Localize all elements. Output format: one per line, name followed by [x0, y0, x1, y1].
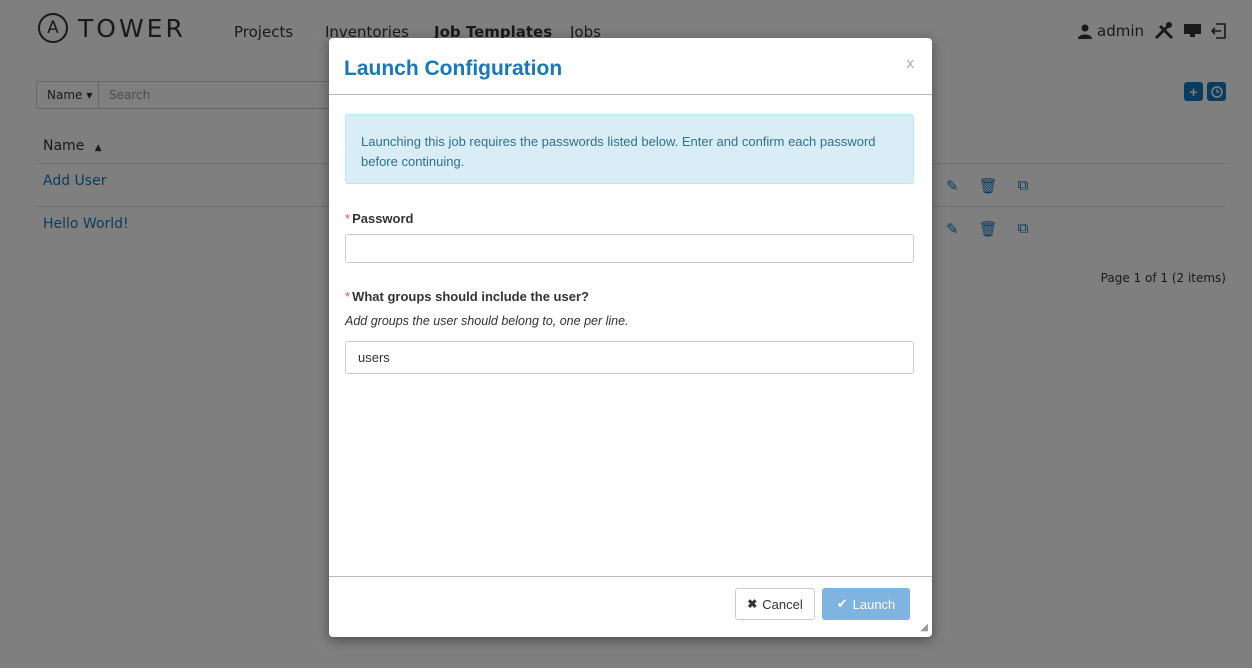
check-icon: ✔ [836, 596, 848, 611]
required-marker: * [345, 211, 351, 226]
modal-header-divider [329, 94, 932, 95]
cancel-button[interactable]: ✖ Cancel [735, 588, 815, 620]
modal-title: Launch Configuration [344, 57, 563, 80]
times-icon: ✖ [747, 597, 758, 611]
groups-input[interactable] [345, 341, 914, 374]
modal-footer-divider [329, 576, 932, 577]
launch-label: Launch [852, 596, 896, 612]
cancel-label: Cancel [762, 596, 803, 612]
launch-configuration-modal: Launch Configuration x Launching this jo… [329, 38, 932, 637]
launch-button[interactable]: ✔ Launch [822, 588, 910, 620]
groups-label-text: What groups should include the user? [352, 289, 589, 304]
password-input[interactable] [345, 234, 914, 263]
password-label: * Password [345, 211, 413, 226]
resize-handle-icon[interactable]: ◢ [920, 622, 928, 633]
close-button[interactable]: x [907, 55, 915, 72]
groups-help-text: Add groups the user should belong to, on… [345, 314, 629, 328]
password-label-text: Password [352, 211, 414, 226]
groups-label: * What groups should include the user? [345, 289, 589, 304]
required-marker: * [345, 289, 351, 304]
password-alert: Launching this job requires the password… [345, 114, 914, 184]
